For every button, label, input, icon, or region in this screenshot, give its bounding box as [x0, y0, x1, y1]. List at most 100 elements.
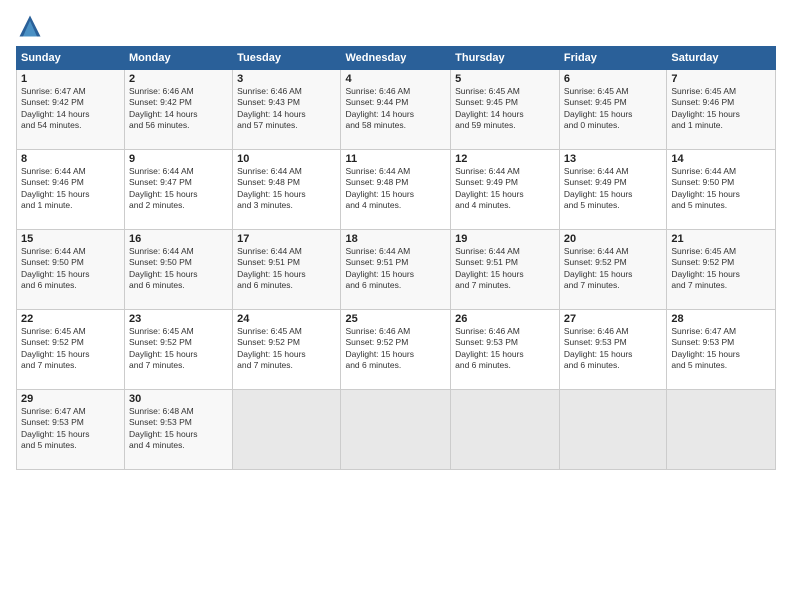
calendar-cell: 11Sunrise: 6:44 AM Sunset: 9:48 PM Dayli… [341, 150, 451, 230]
day-number: 23 [129, 313, 228, 325]
day-info: Sunrise: 6:44 AM Sunset: 9:51 PM Dayligh… [455, 246, 555, 292]
day-header-sunday: Sunday [17, 47, 125, 70]
week-row-4: 22Sunrise: 6:45 AM Sunset: 9:52 PM Dayli… [17, 310, 776, 390]
calendar-cell: 17Sunrise: 6:44 AM Sunset: 9:51 PM Dayli… [233, 230, 341, 310]
day-info: Sunrise: 6:44 AM Sunset: 9:50 PM Dayligh… [671, 166, 771, 212]
day-info: Sunrise: 6:44 AM Sunset: 9:51 PM Dayligh… [237, 246, 336, 292]
day-number: 14 [671, 153, 771, 165]
day-info: Sunrise: 6:45 AM Sunset: 9:52 PM Dayligh… [237, 326, 336, 372]
day-info: Sunrise: 6:45 AM Sunset: 9:45 PM Dayligh… [455, 86, 555, 132]
header [16, 12, 776, 40]
day-info: Sunrise: 6:44 AM Sunset: 9:52 PM Dayligh… [564, 246, 662, 292]
day-number: 3 [237, 73, 336, 85]
day-number: 16 [129, 233, 228, 245]
day-header-saturday: Saturday [667, 47, 776, 70]
day-number: 10 [237, 153, 336, 165]
day-number: 2 [129, 73, 228, 85]
calendar-cell: 5Sunrise: 6:45 AM Sunset: 9:45 PM Daylig… [451, 70, 560, 150]
day-number: 4 [345, 73, 446, 85]
calendar-cell: 22Sunrise: 6:45 AM Sunset: 9:52 PM Dayli… [17, 310, 125, 390]
calendar-cell: 9Sunrise: 6:44 AM Sunset: 9:47 PM Daylig… [125, 150, 233, 230]
calendar-cell: 19Sunrise: 6:44 AM Sunset: 9:51 PM Dayli… [451, 230, 560, 310]
day-info: Sunrise: 6:46 AM Sunset: 9:43 PM Dayligh… [237, 86, 336, 132]
calendar-cell [667, 390, 776, 470]
day-number: 8 [21, 153, 120, 165]
calendar-cell [559, 390, 666, 470]
day-header-wednesday: Wednesday [341, 47, 451, 70]
day-header-friday: Friday [559, 47, 666, 70]
calendar-cell: 30Sunrise: 6:48 AM Sunset: 9:53 PM Dayli… [125, 390, 233, 470]
day-info: Sunrise: 6:44 AM Sunset: 9:46 PM Dayligh… [21, 166, 120, 212]
day-number: 19 [455, 233, 555, 245]
day-number: 6 [564, 73, 662, 85]
day-number: 20 [564, 233, 662, 245]
day-header-thursday: Thursday [451, 47, 560, 70]
calendar-cell [233, 390, 341, 470]
day-number: 27 [564, 313, 662, 325]
calendar-cell: 18Sunrise: 6:44 AM Sunset: 9:51 PM Dayli… [341, 230, 451, 310]
week-row-5: 29Sunrise: 6:47 AM Sunset: 9:53 PM Dayli… [17, 390, 776, 470]
day-info: Sunrise: 6:45 AM Sunset: 9:52 PM Dayligh… [129, 326, 228, 372]
calendar-cell [451, 390, 560, 470]
calendar-cell: 29Sunrise: 6:47 AM Sunset: 9:53 PM Dayli… [17, 390, 125, 470]
day-info: Sunrise: 6:44 AM Sunset: 9:50 PM Dayligh… [21, 246, 120, 292]
week-row-3: 15Sunrise: 6:44 AM Sunset: 9:50 PM Dayli… [17, 230, 776, 310]
day-number: 25 [345, 313, 446, 325]
day-number: 26 [455, 313, 555, 325]
day-number: 18 [345, 233, 446, 245]
day-number: 21 [671, 233, 771, 245]
day-info: Sunrise: 6:47 AM Sunset: 9:53 PM Dayligh… [21, 406, 120, 452]
day-info: Sunrise: 6:45 AM Sunset: 9:45 PM Dayligh… [564, 86, 662, 132]
day-info: Sunrise: 6:44 AM Sunset: 9:49 PM Dayligh… [564, 166, 662, 212]
day-info: Sunrise: 6:44 AM Sunset: 9:48 PM Dayligh… [345, 166, 446, 212]
day-number: 12 [455, 153, 555, 165]
calendar-cell: 7Sunrise: 6:45 AM Sunset: 9:46 PM Daylig… [667, 70, 776, 150]
day-info: Sunrise: 6:44 AM Sunset: 9:47 PM Dayligh… [129, 166, 228, 212]
calendar-cell: 3Sunrise: 6:46 AM Sunset: 9:43 PM Daylig… [233, 70, 341, 150]
day-info: Sunrise: 6:45 AM Sunset: 9:46 PM Dayligh… [671, 86, 771, 132]
day-info: Sunrise: 6:47 AM Sunset: 9:53 PM Dayligh… [671, 326, 771, 372]
day-info: Sunrise: 6:46 AM Sunset: 9:53 PM Dayligh… [455, 326, 555, 372]
calendar-body: 1Sunrise: 6:47 AM Sunset: 9:42 PM Daylig… [17, 70, 776, 470]
calendar-cell: 13Sunrise: 6:44 AM Sunset: 9:49 PM Dayli… [559, 150, 666, 230]
logo [16, 12, 48, 40]
calendar-cell: 15Sunrise: 6:44 AM Sunset: 9:50 PM Dayli… [17, 230, 125, 310]
day-number: 9 [129, 153, 228, 165]
page: SundayMondayTuesdayWednesdayThursdayFrid… [0, 0, 792, 612]
day-number: 30 [129, 393, 228, 405]
day-number: 24 [237, 313, 336, 325]
calendar-cell: 6Sunrise: 6:45 AM Sunset: 9:45 PM Daylig… [559, 70, 666, 150]
day-number: 11 [345, 153, 446, 165]
day-info: Sunrise: 6:46 AM Sunset: 9:44 PM Dayligh… [345, 86, 446, 132]
calendar-cell: 2Sunrise: 6:46 AM Sunset: 9:42 PM Daylig… [125, 70, 233, 150]
calendar-cell: 24Sunrise: 6:45 AM Sunset: 9:52 PM Dayli… [233, 310, 341, 390]
day-info: Sunrise: 6:46 AM Sunset: 9:42 PM Dayligh… [129, 86, 228, 132]
day-number: 13 [564, 153, 662, 165]
day-info: Sunrise: 6:44 AM Sunset: 9:50 PM Dayligh… [129, 246, 228, 292]
day-number: 7 [671, 73, 771, 85]
days-header-row: SundayMondayTuesdayWednesdayThursdayFrid… [17, 47, 776, 70]
day-info: Sunrise: 6:46 AM Sunset: 9:53 PM Dayligh… [564, 326, 662, 372]
calendar-cell: 20Sunrise: 6:44 AM Sunset: 9:52 PM Dayli… [559, 230, 666, 310]
week-row-2: 8Sunrise: 6:44 AM Sunset: 9:46 PM Daylig… [17, 150, 776, 230]
calendar-cell: 26Sunrise: 6:46 AM Sunset: 9:53 PM Dayli… [451, 310, 560, 390]
calendar-cell [341, 390, 451, 470]
calendar-cell: 10Sunrise: 6:44 AM Sunset: 9:48 PM Dayli… [233, 150, 341, 230]
calendar-cell: 14Sunrise: 6:44 AM Sunset: 9:50 PM Dayli… [667, 150, 776, 230]
day-number: 1 [21, 73, 120, 85]
calendar-cell: 1Sunrise: 6:47 AM Sunset: 9:42 PM Daylig… [17, 70, 125, 150]
day-info: Sunrise: 6:44 AM Sunset: 9:48 PM Dayligh… [237, 166, 336, 212]
day-number: 5 [455, 73, 555, 85]
day-number: 29 [21, 393, 120, 405]
calendar-cell: 23Sunrise: 6:45 AM Sunset: 9:52 PM Dayli… [125, 310, 233, 390]
day-info: Sunrise: 6:45 AM Sunset: 9:52 PM Dayligh… [21, 326, 120, 372]
day-info: Sunrise: 6:44 AM Sunset: 9:49 PM Dayligh… [455, 166, 555, 212]
day-info: Sunrise: 6:48 AM Sunset: 9:53 PM Dayligh… [129, 406, 228, 452]
calendar-cell: 27Sunrise: 6:46 AM Sunset: 9:53 PM Dayli… [559, 310, 666, 390]
calendar-cell: 28Sunrise: 6:47 AM Sunset: 9:53 PM Dayli… [667, 310, 776, 390]
day-number: 15 [21, 233, 120, 245]
calendar-cell: 16Sunrise: 6:44 AM Sunset: 9:50 PM Dayli… [125, 230, 233, 310]
calendar-cell: 25Sunrise: 6:46 AM Sunset: 9:52 PM Dayli… [341, 310, 451, 390]
calendar-cell: 4Sunrise: 6:46 AM Sunset: 9:44 PM Daylig… [341, 70, 451, 150]
day-info: Sunrise: 6:46 AM Sunset: 9:52 PM Dayligh… [345, 326, 446, 372]
